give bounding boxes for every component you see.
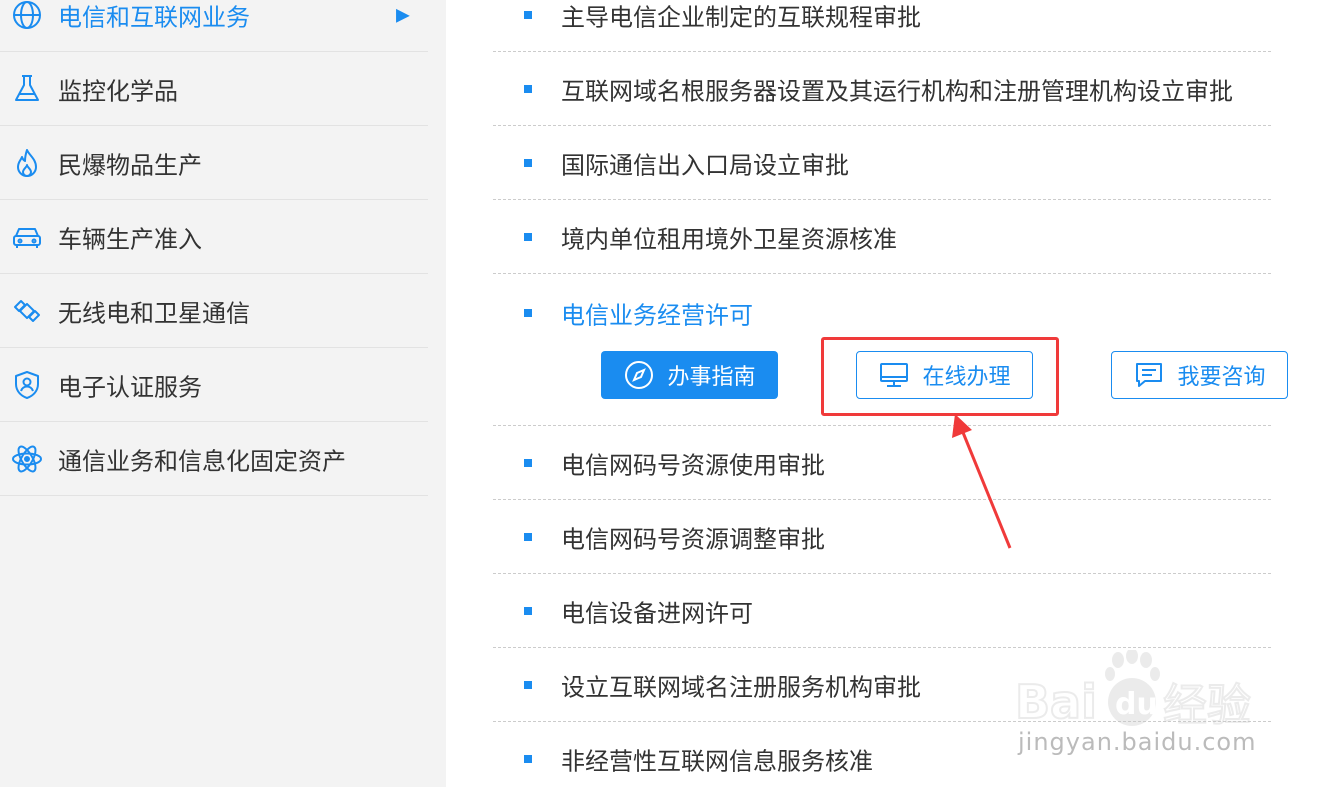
svg-text:du: du: [1115, 687, 1158, 722]
bullet-icon: [524, 232, 532, 241]
bullet-icon: [524, 309, 532, 317]
list-item[interactable]: 国际通信出入口局设立审批: [493, 126, 1271, 200]
list-item[interactable]: 主导电信企业制定的互联规程审批: [493, 0, 1271, 52]
list-item-label: 电信业务经营许可: [561, 301, 753, 330]
list-item-label: 境内单位租用境外卫星资源核准: [561, 225, 897, 253]
list-item-label: 电信网码号资源使用审批: [561, 451, 825, 479]
bullet-icon: [524, 10, 532, 19]
list-item-label: 非经营性互联网信息服务核准: [561, 747, 873, 775]
sidebar-item-fixed-assets[interactable]: 通信业务和信息化固定资产: [0, 422, 428, 496]
bullet-icon: [524, 680, 532, 689]
globe-icon: [10, 0, 44, 32]
sidebar-item-e-certification[interactable]: 电子认证服务: [0, 348, 428, 422]
consult-button-label: 我要咨询: [1177, 365, 1266, 390]
sidebar-item-label: 电子认证服务: [58, 373, 202, 401]
sidebar-item-label: 电信和互联网业务: [58, 3, 250, 31]
list-item-label: 互联网域名根服务器设置及其运行机构和注册管理机构设立审批: [561, 77, 1233, 105]
list-item[interactable]: 境内单位租用境外卫星资源核准: [493, 200, 1271, 274]
bullet-icon: [524, 532, 532, 541]
list-item-label: 主导电信企业制定的互联规程审批: [561, 3, 921, 31]
bullet-icon: [524, 606, 532, 615]
list-item-label: 电信设备进网许可: [561, 599, 753, 627]
bullet-icon: [524, 458, 532, 467]
watermark-url: jingyan.baidu.com: [1018, 728, 1257, 756]
bullet-icon: [524, 158, 532, 167]
compass-icon: [623, 359, 655, 391]
sidebar-item-label: 车辆生产准入: [58, 225, 202, 253]
sidebar-item-telecom[interactable]: 电信和互联网业务 ▶: [0, 0, 428, 52]
highlight-box: [821, 337, 1059, 416]
svg-text:Bai: Bai: [1015, 675, 1097, 729]
sidebar-item-radio-satellite[interactable]: 无线电和卫星通信: [0, 274, 428, 348]
list-item[interactable]: 电信网码号资源调整审批: [493, 500, 1271, 574]
satellite-icon: [10, 294, 44, 328]
list-item[interactable]: 电信网码号资源使用审批: [493, 426, 1271, 500]
sidebar-item-label: 无线电和卫星通信: [58, 299, 250, 327]
svg-text:经验: 经验: [1163, 680, 1251, 731]
guide-button-label: 办事指南: [667, 365, 756, 390]
list-item[interactable]: 电信设备进网许可: [493, 574, 1271, 648]
sidebar-item-chemicals[interactable]: 监控化学品: [0, 52, 428, 126]
sidebar: 电信和互联网业务 ▶ 监控化学品 民爆物品生产 车辆生产准入 无线电和卫星通信 …: [0, 0, 446, 787]
list-item[interactable]: 互联网域名根服务器设置及其运行机构和注册管理机构设立审批: [493, 52, 1271, 126]
sidebar-item-explosives[interactable]: 民爆物品生产: [0, 126, 428, 200]
atom-icon: [10, 442, 44, 476]
message-icon: [1133, 359, 1165, 391]
sidebar-item-vehicles[interactable]: 车辆生产准入: [0, 200, 428, 274]
car-icon: [10, 220, 44, 254]
list-item-label: 设立互联网域名注册服务机构审批: [561, 673, 921, 701]
list-item-label: 国际通信出入口局设立审批: [561, 151, 849, 179]
sidebar-item-label: 通信业务和信息化固定资产: [58, 447, 346, 475]
expand-arrow-icon: ▶: [396, 4, 410, 25]
shield-user-icon: [10, 368, 44, 402]
guide-button[interactable]: 办事指南: [601, 351, 778, 399]
bullet-icon: [524, 84, 532, 93]
consult-button[interactable]: 我要咨询: [1111, 351, 1288, 399]
flask-icon: [10, 72, 44, 106]
sidebar-item-label: 监控化学品: [58, 77, 178, 105]
flame-icon: [10, 146, 44, 180]
bullet-icon: [524, 754, 532, 763]
sidebar-item-label: 民爆物品生产: [58, 151, 202, 179]
list-item-label: 电信网码号资源调整审批: [561, 525, 825, 553]
